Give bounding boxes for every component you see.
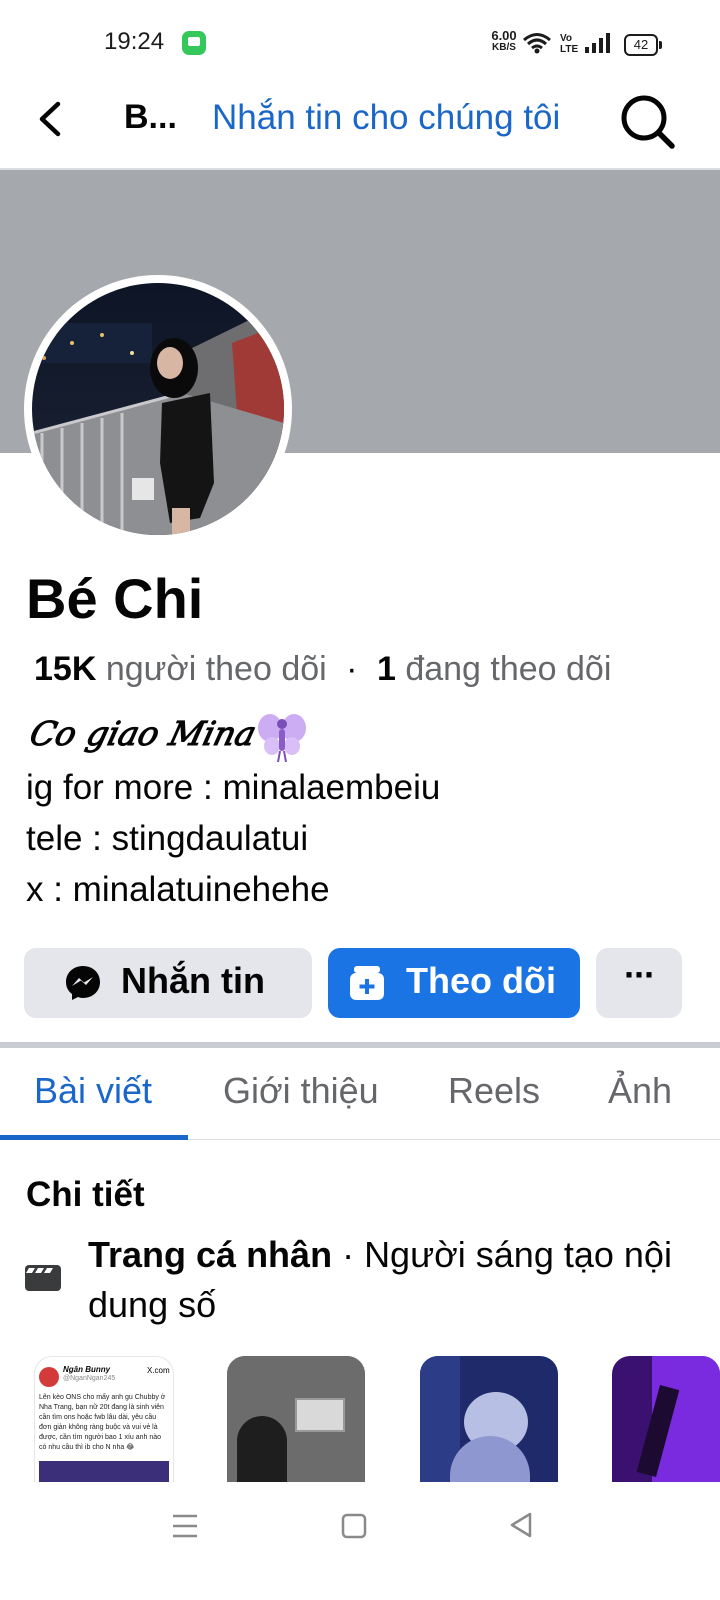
bio-line-1: 𝐶𝑜 𝑔𝑖𝑎𝑜 𝑀𝑖𝑛𝑎 bbox=[28, 714, 253, 753]
message-button-label: Nhắn tin bbox=[121, 960, 265, 1001]
menu-icon[interactable] bbox=[170, 1512, 200, 1540]
category-separator: · bbox=[332, 1234, 365, 1275]
bio-line-2: ig for more : minalaembeiu bbox=[26, 768, 441, 807]
network-speed: 6.00 KB/S bbox=[484, 28, 524, 54]
page-title: B... bbox=[124, 98, 177, 136]
more-options-icon: ··· bbox=[624, 954, 656, 995]
network-speed-value: 6.00 bbox=[491, 28, 517, 43]
system-nav-bar bbox=[0, 1482, 720, 1600]
profile-category: Trang cá nhân · Người sáng tạo nội dung … bbox=[88, 1230, 688, 1330]
back-arrow-icon[interactable] bbox=[28, 94, 78, 144]
home-icon[interactable] bbox=[340, 1512, 368, 1540]
photo-thumbnail-1[interactable]: Ngân Bunny @NganNgan245 X.com Lên kèo ON… bbox=[34, 1356, 174, 1484]
post-image bbox=[39, 1461, 169, 1483]
signal-icon bbox=[585, 33, 610, 53]
messenger-icon bbox=[66, 966, 100, 1000]
active-tab-indicator bbox=[0, 1135, 188, 1140]
photo-thumbnail-4[interactable] bbox=[612, 1356, 720, 1482]
laptop-image bbox=[295, 1398, 345, 1432]
top-nav-bar: B... Nhắn tin cho chúng tôi bbox=[0, 84, 720, 170]
tab-reels[interactable]: Reels bbox=[448, 1070, 540, 1112]
wifi-icon bbox=[523, 33, 551, 54]
volte-indicator: Vo LTE bbox=[560, 33, 579, 55]
bio-line-4: x : minalatuinehehe bbox=[26, 870, 330, 909]
tab-posts[interactable]: Bài viết bbox=[34, 1070, 152, 1112]
network-speed-unit: KB/S bbox=[492, 42, 516, 53]
back-nav-icon[interactable] bbox=[506, 1510, 536, 1540]
more-options-button[interactable]: ··· bbox=[596, 948, 682, 1018]
search-icon[interactable] bbox=[618, 92, 676, 150]
avatar bbox=[39, 1367, 59, 1387]
follow-button[interactable]: Theo dõi bbox=[328, 948, 580, 1018]
post-source: X.com bbox=[147, 1366, 170, 1375]
follow-icon bbox=[350, 966, 384, 1000]
post-text: Lên kèo ONS cho mấy anh gu Chubby ở Nha … bbox=[39, 1394, 166, 1451]
details-heading: Chi tiết bbox=[26, 1175, 145, 1214]
following-count[interactable]: 1 bbox=[377, 650, 396, 688]
post-handle: @NganNgan245 bbox=[63, 1375, 116, 1382]
message-button[interactable]: Nhắn tin bbox=[24, 948, 312, 1018]
stats-separator: · bbox=[346, 650, 358, 688]
message-us-link[interactable]: Nhắn tin cho chúng tôi bbox=[212, 98, 560, 138]
photo-thumbnail-2[interactable] bbox=[227, 1356, 365, 1482]
profile-name: Bé Chi bbox=[26, 567, 204, 630]
avatar-photo bbox=[32, 283, 284, 535]
profile-type-label: Trang cá nhân bbox=[88, 1234, 333, 1275]
tab-about[interactable]: Giới thiệu bbox=[223, 1070, 379, 1112]
message-notification-icon bbox=[182, 31, 206, 55]
photo-thumbnail-3[interactable] bbox=[420, 1356, 558, 1482]
bio-line-3: tele : stingdaulatui bbox=[26, 819, 309, 858]
profile-avatar[interactable] bbox=[24, 275, 292, 543]
fairy-emoji-icon bbox=[258, 714, 306, 763]
tab-photos[interactable]: Ảnh bbox=[608, 1070, 672, 1112]
followers-count[interactable]: 15K bbox=[34, 650, 96, 688]
follow-button-label: Theo dõi bbox=[406, 960, 556, 1001]
status-time: 19:24 bbox=[104, 28, 165, 55]
status-bar: 19:24 6.00 KB/S Vo LTE 42 bbox=[0, 0, 720, 84]
battery-indicator: 42 bbox=[624, 34, 662, 56]
following-label[interactable]: đang theo dõi bbox=[405, 650, 611, 688]
follow-stats: 15K người theo dõi · 1 đang theo dõi bbox=[34, 650, 611, 689]
post-author: Ngân Bunny bbox=[63, 1365, 111, 1374]
followers-label[interactable]: người theo dõi bbox=[106, 650, 327, 688]
profile-type-icon bbox=[25, 1265, 61, 1291]
section-divider bbox=[0, 1042, 720, 1048]
